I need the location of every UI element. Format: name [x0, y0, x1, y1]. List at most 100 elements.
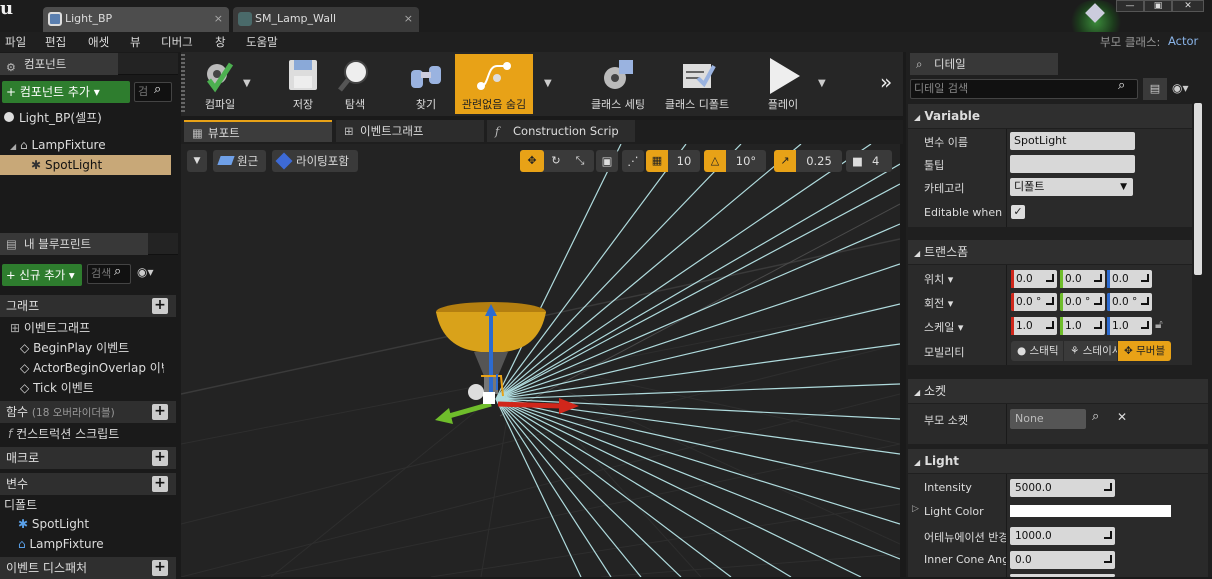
add-macro-button[interactable]: +	[152, 450, 168, 466]
add-new-button[interactable]: + 신규 추가 ▾	[2, 264, 82, 286]
lighting-mode-button[interactable]: 라이팅포함	[272, 150, 358, 172]
location-label[interactable]: 위치 ▾	[924, 271, 953, 287]
var-name-input[interactable]: SpotLight	[1010, 132, 1135, 150]
components-search-input[interactable]: 검	[134, 82, 172, 102]
close-tab-icon[interactable]: ×	[404, 7, 413, 31]
expand-arrow-icon[interactable]: ▷	[912, 504, 919, 514]
event-graph-item[interactable]: ⊞ 이벤트그래프	[10, 318, 176, 338]
location-z-field[interactable]: 0.0	[1107, 270, 1152, 288]
viewport[interactable]: ▼ 원근 라이팅포함 ✥ ↻ ⤡ ▣ ⋰ ▦ 10 △ 10° ↗ 0.25 ■…	[181, 144, 900, 577]
property-matrix-button[interactable]: ▤	[1143, 78, 1167, 100]
light-section-header[interactable]: ◢ Light	[908, 449, 1208, 473]
tab-light-bp[interactable]: Light_BP ×	[43, 7, 229, 32]
translate-tool-button[interactable]: ✥	[520, 150, 544, 172]
menu-view[interactable]: 뷰	[130, 34, 141, 50]
hide-unrelated-button[interactable]: 관련없음 숨김	[455, 54, 533, 114]
inner-cone-angle-field[interactable]: 0.0	[1010, 551, 1115, 569]
mobility-stationary-option[interactable]: ⚘ 스테이셔너리	[1064, 341, 1117, 361]
class-defaults-button[interactable]: 클래스 디폴트	[660, 54, 734, 114]
clear-socket-icon[interactable]: ✕	[1117, 410, 1127, 424]
perspective-button[interactable]: 원근	[213, 150, 266, 172]
tooltip-input[interactable]	[1010, 155, 1135, 173]
parent-socket-field[interactable]: None	[1010, 409, 1086, 429]
editable-when-inherited-checkbox[interactable]: ✓	[1011, 205, 1025, 219]
browse-button[interactable]: 탐색	[322, 54, 388, 114]
grid-snap-value[interactable]: 10	[668, 150, 700, 172]
rotation-snap-value[interactable]: 10°	[726, 150, 766, 172]
details-scrollbar[interactable]	[1194, 103, 1202, 275]
grid-snap-toggle[interactable]: ▦	[646, 150, 668, 172]
menu-asset[interactable]: 애셋	[88, 34, 109, 50]
unreal-logo-icon[interactable]: u	[0, 0, 18, 20]
graph-section-header[interactable]: 그래프	[0, 295, 176, 317]
scale-tool-button[interactable]: ⤡	[568, 150, 592, 172]
scale-snap-toggle[interactable]: ↗	[774, 150, 796, 172]
search-icon[interactable]: ⌕	[114, 264, 121, 279]
add-graph-button[interactable]: +	[152, 298, 168, 314]
event-item-tick[interactable]: ◇ Tick 이벤트	[20, 378, 164, 398]
search-icon[interactable]: ⌕	[1118, 78, 1125, 93]
component-item-self[interactable]: Light_BP(셀프)	[0, 108, 176, 128]
menu-window[interactable]: 창	[215, 34, 226, 50]
transform-section-header[interactable]: ◢ 트랜스폼	[908, 240, 1192, 264]
add-variable-button[interactable]: +	[152, 476, 168, 492]
socket-section-header[interactable]: ◢ 소켓	[908, 379, 1208, 403]
scale-x-field[interactable]: 1.0	[1011, 317, 1057, 335]
tab-event-graph[interactable]: ⊞ 이벤트그래프	[336, 120, 484, 142]
mobility-static-option[interactable]: ● 스태틱	[1011, 341, 1063, 361]
variable-item-spotlight[interactable]: ✱ SpotLight	[18, 514, 168, 534]
add-dispatcher-button[interactable]: +	[152, 560, 168, 576]
play-button[interactable]: 플레이	[752, 54, 814, 114]
variable-section-header[interactable]: ◢ Variable	[908, 104, 1192, 128]
my-blueprint-tab[interactable]: ▤ 내 블루프린트	[0, 233, 148, 255]
play-options-dropdown[interactable]: ▼	[818, 78, 826, 89]
hide-options-dropdown[interactable]: ▼	[544, 78, 552, 89]
camera-speed-button[interactable]: ■ 4	[846, 150, 892, 172]
variables-section-header[interactable]: 변수	[0, 473, 176, 495]
surface-snap-button[interactable]: ⋰	[622, 150, 644, 172]
macros-section-header[interactable]: 매크로	[0, 447, 176, 469]
viewport-options-button[interactable]: ▼	[187, 150, 207, 172]
rotation-snap-toggle[interactable]: △	[704, 150, 726, 172]
event-item-beginoverlap[interactable]: ◇ ActorBeginOverlap 이벤트	[20, 358, 164, 378]
menu-file[interactable]: 파일	[5, 34, 26, 50]
location-x-field[interactable]: 0.0	[1011, 270, 1057, 288]
location-y-field[interactable]: 0.0	[1060, 270, 1105, 288]
components-tab[interactable]: ⚙ 컴포넌트	[0, 53, 118, 75]
attenuation-radius-field[interactable]: 1000.0	[1010, 527, 1115, 545]
menu-help[interactable]: 도움말	[246, 34, 278, 50]
defaults-category[interactable]: 디폴트	[4, 495, 174, 515]
blueprint-search-input[interactable]: 검색	[87, 264, 131, 284]
minimize-button[interactable]: —	[1116, 0, 1144, 12]
compile-options-dropdown[interactable]: ▼	[243, 78, 251, 89]
event-dispatchers-section-header[interactable]: 이벤트 디스패처	[0, 557, 176, 579]
component-item-lampfixture[interactable]: ◢ ⌂ LampFixture	[0, 135, 176, 155]
close-tab-icon[interactable]: ×	[214, 7, 223, 31]
rotate-tool-button[interactable]: ↻	[544, 150, 568, 172]
component-item-spotlight[interactable]: ✱ SpotLight	[0, 155, 171, 175]
scale-snap-value[interactable]: 0.25	[796, 150, 842, 172]
parent-class-link[interactable]: Actor	[1168, 34, 1198, 48]
functions-section-header[interactable]: 함수 (18 오버라이더블)	[0, 401, 176, 423]
category-dropdown[interactable]: 디폴트 ▼	[1010, 178, 1133, 196]
browse-socket-icon[interactable]: ⌕	[1092, 409, 1099, 424]
details-tab[interactable]: ⌕ 디테일	[910, 53, 1058, 75]
tab-viewport[interactable]: ▦ 뷰포트	[184, 120, 332, 142]
rotation-label[interactable]: 회전 ▾	[924, 295, 953, 311]
add-component-button[interactable]: + 컴포넌트 추가 ▾	[2, 81, 130, 103]
eye-icon[interactable]: ◉▾	[1172, 81, 1189, 95]
tab-sm-lamp-wall[interactable]: SM_Lamp_Wall ×	[233, 7, 419, 32]
light-color-swatch[interactable]	[1010, 505, 1171, 517]
tab-construction-script[interactable]: f Construction Scrip	[487, 120, 635, 142]
find-button[interactable]: 찾기	[393, 54, 459, 114]
close-window-button[interactable]: ✕	[1172, 0, 1204, 12]
rotation-z-field[interactable]: 0.0 °	[1107, 293, 1152, 311]
intensity-field[interactable]: 5000.0	[1010, 479, 1115, 497]
scale-y-field[interactable]: 1.0	[1060, 317, 1105, 335]
class-settings-button[interactable]: 클래스 세팅	[583, 54, 653, 114]
rotation-x-field[interactable]: 0.0 °	[1011, 293, 1057, 311]
collapse-arrow-icon[interactable]: ◢	[10, 142, 16, 151]
rotation-y-field[interactable]: 0.0 °	[1060, 293, 1105, 311]
construction-script-item[interactable]: f 컨스트럭션 스크립트	[8, 424, 176, 444]
search-icon[interactable]: ⌕	[154, 82, 161, 97]
